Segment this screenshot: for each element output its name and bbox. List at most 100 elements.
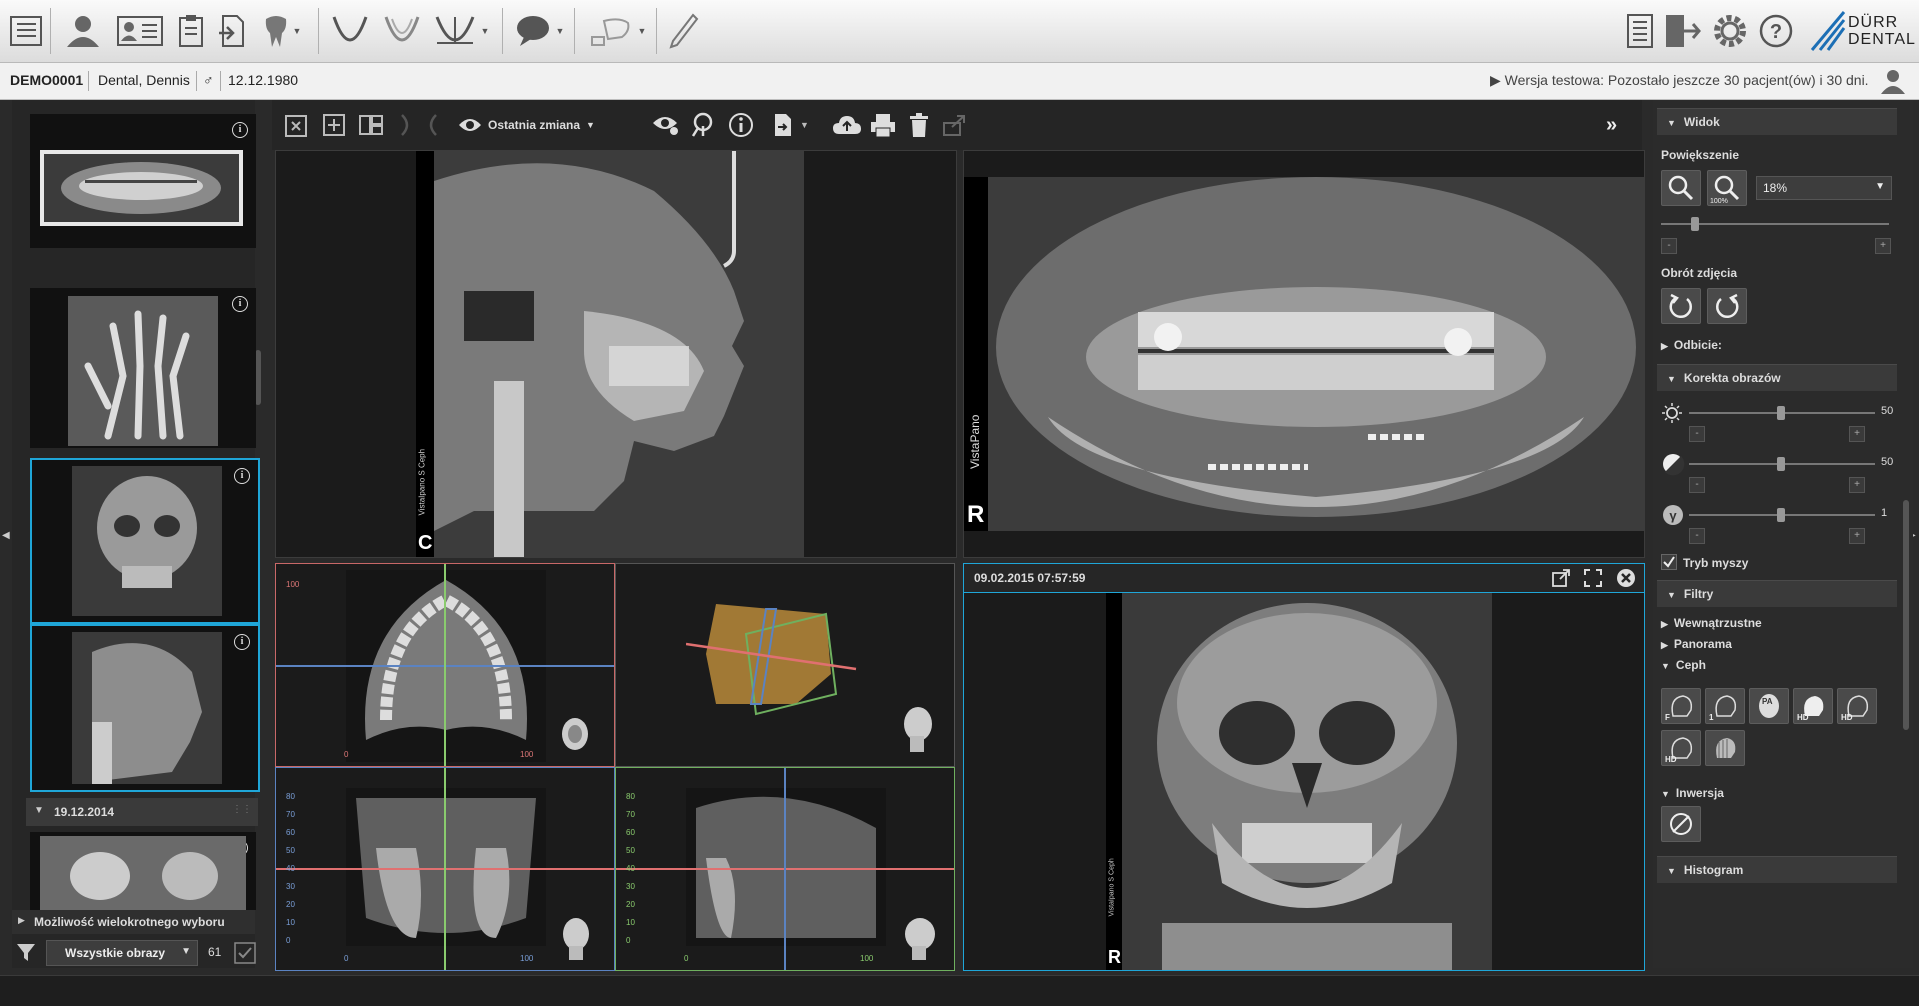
- thumbnail-pano[interactable]: i: [30, 114, 256, 248]
- filter-intraoral-toggle[interactable]: ▶ Wewnątrzustne: [1661, 616, 1762, 630]
- image-filter-select[interactable]: Wszystkie obrazy ▼: [46, 940, 198, 966]
- grip-icon[interactable]: ⋮⋮: [232, 804, 252, 815]
- layout-grid-icon[interactable]: [358, 112, 384, 138]
- brightness-slider[interactable]: [1689, 406, 1875, 420]
- pen-icon[interactable]: [664, 8, 704, 54]
- section-widok[interactable]: ▼ Widok: [1657, 108, 1897, 135]
- clipboard-icon[interactable]: [174, 8, 208, 54]
- patient-card-icon[interactable]: [114, 8, 166, 54]
- viewport-sagittal[interactable]: 80 70 60 50 40 30 20 10 0 0 100: [615, 767, 955, 971]
- contrast-slider[interactable]: [1689, 457, 1875, 471]
- patient-icon[interactable]: [60, 8, 106, 54]
- axial-vertical-crosshair[interactable]: [444, 564, 446, 766]
- ceph-filter-pa-button[interactable]: PA: [1749, 688, 1789, 724]
- ceph-filter-texture-button[interactable]: [1705, 730, 1745, 766]
- rotate-right-button[interactable]: [1707, 288, 1747, 324]
- coronal-vertical-crosshair[interactable]: [444, 768, 446, 970]
- info-circle-icon[interactable]: [728, 112, 754, 138]
- zoom-slider[interactable]: [1661, 217, 1889, 231]
- section-image-correction[interactable]: ▼ Korekta obrazów: [1657, 364, 1897, 391]
- inversion-button[interactable]: [1661, 806, 1701, 842]
- info-icon[interactable]: i: [232, 122, 248, 138]
- brightness-knob[interactable]: [1777, 406, 1785, 420]
- thumbnail-pa-skull[interactable]: i: [30, 458, 260, 624]
- mirror-toggle[interactable]: ▶ Odbicie:: [1661, 338, 1722, 352]
- viewport-pa-skull[interactable]: 09.02.2015 07:57:59 VistaIpano S Ceph R: [963, 563, 1645, 971]
- ceph-filter-hd-button[interactable]: HD: [1793, 688, 1833, 724]
- date-group-header[interactable]: ▼ 19.12.2014 ⋮⋮: [26, 798, 258, 826]
- sagittal-vertical-crosshair[interactable]: [784, 768, 786, 970]
- speech-bubble-icon[interactable]: ▼: [508, 8, 570, 54]
- zoom-plus-button[interactable]: +: [1875, 238, 1891, 254]
- settings-scrollbar[interactable]: [1903, 500, 1909, 730]
- viewport-3d-volume[interactable]: [615, 563, 955, 767]
- filter-panorama-toggle[interactable]: ▶ Panorama: [1661, 637, 1732, 651]
- ceph-filter-hd3-button[interactable]: HD: [1661, 730, 1701, 766]
- exit-icon[interactable]: [1662, 8, 1702, 54]
- open-external-icon[interactable]: [1552, 569, 1570, 587]
- close-all-icon[interactable]: [284, 112, 310, 138]
- upper-jaw-icon[interactable]: [326, 8, 374, 54]
- viewport-panoramic[interactable]: VistaPano R: [963, 150, 1645, 558]
- section-filters[interactable]: ▼ Filtry: [1657, 580, 1897, 607]
- add-layout-icon[interactable]: [322, 112, 346, 138]
- redo-icon[interactable]: [422, 112, 442, 138]
- gamma-slider[interactable]: [1689, 508, 1875, 522]
- implant-jaw-icon[interactable]: ▼: [428, 8, 494, 54]
- viewport-axial[interactable]: 100 0 100: [275, 563, 615, 767]
- document-list-icon[interactable]: [1622, 8, 1658, 54]
- settings-gear-icon[interactable]: [1708, 8, 1752, 54]
- gamma-knob[interactable]: [1777, 508, 1785, 522]
- info-icon[interactable]: i: [234, 634, 250, 650]
- import-icon[interactable]: [214, 8, 248, 54]
- gamma-minus-button[interactable]: -: [1689, 528, 1705, 544]
- ceph-filter-f-button[interactable]: F: [1661, 688, 1701, 724]
- thumbnail-intraoral[interactable]: i: [30, 832, 256, 910]
- brightness-minus-button[interactable]: -: [1689, 426, 1705, 442]
- tooth-icon[interactable]: ▼: [258, 8, 306, 54]
- lower-jaw-icon[interactable]: [378, 8, 426, 54]
- filter-inversion-toggle[interactable]: ▼ Inwersja: [1661, 786, 1724, 800]
- viewport-ceph[interactable]: VistaIpano S Ceph C: [275, 150, 957, 558]
- last-change-dropdown[interactable]: Ostatnia zmiana ▼: [458, 112, 595, 138]
- funnel-icon[interactable]: [16, 942, 36, 962]
- mouse-mode-checkbox[interactable]: Tryb myszy: [1661, 554, 1748, 573]
- double-chevron-right-icon[interactable]: »: [1606, 112, 1617, 138]
- contrast-knob[interactable]: [1777, 457, 1785, 471]
- info-icon[interactable]: i: [232, 296, 248, 312]
- thumbnail-ceph[interactable]: i: [30, 624, 260, 792]
- zoom-slider-knob[interactable]: [1691, 217, 1699, 231]
- contrast-plus-button[interactable]: +: [1849, 477, 1865, 493]
- zoom-100-button[interactable]: 100%: [1707, 170, 1747, 206]
- visibility-settings-icon[interactable]: [652, 112, 680, 138]
- zoom-select[interactable]: 18% ▼: [1756, 176, 1892, 200]
- zoom-magnifier-button[interactable]: [1661, 170, 1701, 206]
- multi-select-toggle[interactable]: ▶ Możliwość wielokrotnego wyboru: [12, 910, 255, 934]
- ceph-filter-1-button[interactable]: 1: [1705, 688, 1745, 724]
- export-document-icon[interactable]: ▼: [772, 112, 809, 138]
- print-icon[interactable]: [870, 112, 896, 138]
- collapse-left-arrow-icon[interactable]: ◀: [2, 530, 10, 541]
- info-icon[interactable]: i: [234, 468, 250, 484]
- viewport-coronal[interactable]: 80 70 60 50 40 30 20 10 0 0 100: [275, 767, 615, 971]
- ceph-filter-hd2-button[interactable]: HD: [1837, 688, 1877, 724]
- implant-search-icon[interactable]: [690, 112, 716, 138]
- rotate-left-button[interactable]: [1661, 288, 1701, 324]
- cloud-upload-icon[interactable]: [832, 112, 862, 138]
- zoom-minus-button[interactable]: -: [1661, 238, 1677, 254]
- brightness-plus-button[interactable]: +: [1849, 426, 1865, 442]
- thumbnail-hand[interactable]: i: [30, 288, 256, 448]
- fullscreen-icon[interactable]: [1584, 569, 1602, 587]
- select-all-checkbox-icon[interactable]: [234, 942, 256, 964]
- patient-list-icon[interactable]: [6, 8, 46, 54]
- camera-device-icon[interactable]: ▼: [580, 8, 652, 54]
- close-viewport-icon[interactable]: [1616, 568, 1636, 588]
- section-histogram[interactable]: ▼ Histogram: [1657, 856, 1897, 883]
- contrast-minus-button[interactable]: -: [1689, 477, 1705, 493]
- share-icon[interactable]: [942, 112, 968, 138]
- user-icon[interactable]: [1878, 66, 1908, 99]
- filter-ceph-toggle[interactable]: ▼ Ceph: [1661, 658, 1706, 672]
- delete-trash-icon[interactable]: [908, 112, 930, 138]
- undo-icon[interactable]: [396, 112, 416, 138]
- gamma-plus-button[interactable]: +: [1849, 528, 1865, 544]
